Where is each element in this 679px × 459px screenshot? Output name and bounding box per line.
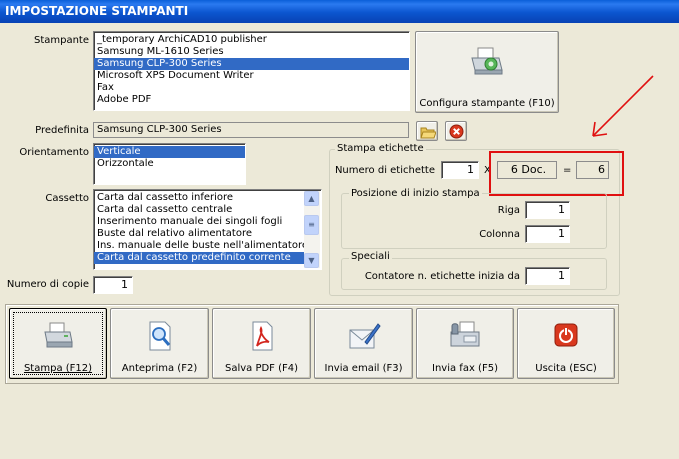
- printer-icon: [44, 322, 73, 348]
- tray-option[interactable]: Carta dal cassetto inferiore: [94, 192, 304, 204]
- printer-option-selected[interactable]: Samsung CLP-300 Series: [94, 58, 409, 70]
- equals-sign: =: [563, 165, 572, 176]
- tray-option[interactable]: Inserimento manuale dei singoli fogli: [94, 216, 304, 228]
- configure-printer-button[interactable]: Configura stampante (F10): [415, 31, 559, 113]
- labels-count-input[interactable]: 1: [441, 161, 479, 179]
- printer-option[interactable]: Fax: [94, 82, 409, 94]
- annotation-arrow-icon: [592, 75, 654, 137]
- exit-button[interactable]: Uscita (ESC): [517, 308, 615, 379]
- save-pdf-button-label: Salva PDF (F4): [224, 363, 299, 374]
- preview-button-label: Anteprima (F2): [121, 363, 198, 374]
- copies-label: Numero di copie: [6, 279, 89, 290]
- tray-label: Cassetto: [45, 193, 89, 204]
- tray-option[interactable]: Buste dal relativo alimentatore: [94, 228, 304, 240]
- orientation-option-selected[interactable]: Verticale: [94, 146, 245, 158]
- orientation-label: Orientamento: [19, 147, 89, 158]
- preview-button[interactable]: Anteprima (F2): [110, 308, 209, 379]
- counter-start-label: Contatore n. etichette inizia da: [364, 271, 520, 282]
- printer-label: Stampante: [33, 35, 89, 46]
- tray-option[interactable]: Ins. manuale delle buste nell'alimentato…: [94, 240, 308, 252]
- window-title: IMPOSTAZIONE STAMPANTI: [5, 4, 189, 18]
- row-label: Riga: [497, 205, 520, 216]
- counter-start-input[interactable]: 1: [525, 267, 570, 285]
- printer-option[interactable]: Microsoft XPS Document Writer: [94, 70, 409, 82]
- labels-group-title: Stampa etichette: [335, 143, 426, 155]
- cancel-icon: [449, 124, 464, 139]
- exit-button-label: Uscita (ESC): [535, 363, 597, 374]
- fax-icon: [450, 321, 480, 347]
- scroll-down-arrow-icon[interactable]: ▼: [304, 253, 319, 268]
- send-fax-button[interactable]: Invia fax (F5): [416, 308, 514, 379]
- printer-option[interactable]: Adobe PDF: [94, 94, 409, 106]
- row-input[interactable]: 1: [525, 201, 570, 219]
- column-label: Colonna: [479, 229, 520, 240]
- preview-icon: [149, 321, 170, 351]
- orientation-list[interactable]: Verticale Orizzontale: [93, 143, 246, 185]
- labels-total-field: 6: [576, 161, 609, 179]
- default-printer-field: Samsung CLP-300 Series: [93, 122, 409, 138]
- exit-icon: [554, 323, 578, 347]
- scroll-thumb[interactable]: ≡: [304, 215, 319, 235]
- send-fax-button-label: Invia fax (F5): [432, 363, 498, 374]
- default-printer-label: Predefinita: [35, 125, 89, 136]
- tray-scrollbar[interactable]: ▲ ≡ ▼: [304, 191, 320, 268]
- column-input[interactable]: 1: [525, 225, 570, 243]
- save-pdf-button[interactable]: Salva PDF (F4): [212, 308, 311, 379]
- send-email-button-label: Invia email (F3): [324, 363, 403, 374]
- copies-input[interactable]: 1: [93, 276, 133, 294]
- tray-list[interactable]: Carta dal cassetto inferiore Carta dal c…: [93, 189, 322, 270]
- scroll-up-arrow-icon[interactable]: ▲: [304, 191, 319, 206]
- labels-count-label: Numero di etichette: [334, 165, 435, 176]
- printer-list[interactable]: _temporary ArchiCAD10 publisher Samsung …: [93, 31, 410, 111]
- special-title: Speciali: [349, 251, 392, 263]
- send-email-button[interactable]: Invia email (F3): [314, 308, 413, 379]
- pdf-icon: [252, 321, 272, 351]
- folder-icon: [420, 127, 436, 139]
- configure-printer-label: Configura stampante (F10): [419, 98, 555, 109]
- printer-option[interactable]: _temporary ArchiCAD10 publisher: [94, 34, 409, 46]
- printer-settings-icon: [471, 47, 503, 75]
- tray-option[interactable]: Carta dal cassetto centrale: [94, 204, 304, 216]
- start-position-title: Posizione di inizio stampa: [349, 188, 482, 200]
- docs-count-field: 6 Doc.: [497, 161, 557, 179]
- print-button[interactable]: Stampa (F12): [9, 308, 107, 379]
- open-folder-button[interactable]: [416, 121, 438, 141]
- print-button-label: Stampa (F12): [23, 363, 93, 374]
- printer-option[interactable]: Samsung ML-1610 Series: [94, 46, 409, 58]
- email-icon: [349, 323, 381, 349]
- clear-default-button[interactable]: [445, 121, 467, 141]
- window-title-bar: IMPOSTAZIONE STAMPANTI: [0, 0, 679, 23]
- tray-option-selected[interactable]: Carta dal cassetto predefinito corrente: [94, 252, 304, 264]
- orientation-option[interactable]: Orizzontale: [94, 158, 245, 170]
